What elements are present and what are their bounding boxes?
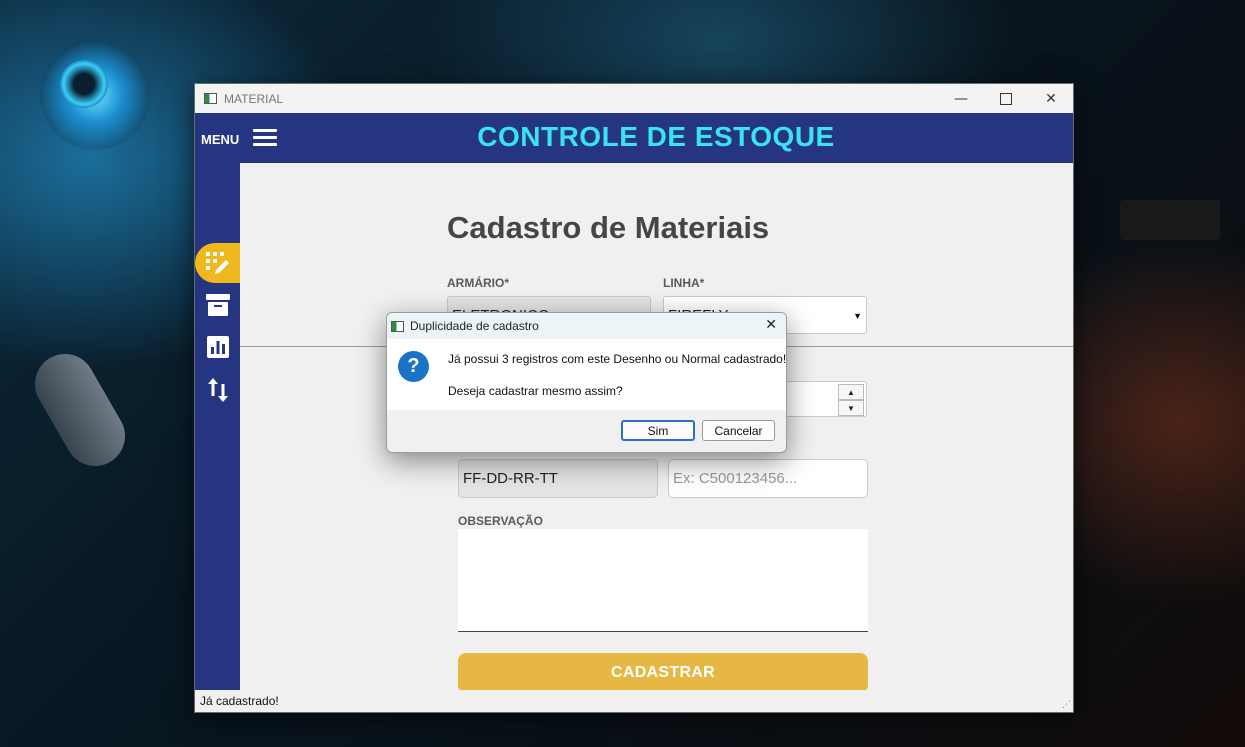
stepper-up-button[interactable]: ▲ — [838, 384, 864, 400]
normal-placeholder: Ex: C500123456... — [673, 470, 798, 487]
armario-label: ARMÁRIO* — [447, 276, 509, 290]
resize-grip-icon[interactable]: ⋰ — [1062, 700, 1071, 710]
cadastrar-button[interactable]: CADASTRAR — [458, 653, 868, 693]
maximize-button[interactable] — [983, 84, 1029, 113]
sidebar-item-transfer[interactable] — [195, 370, 240, 410]
desenho-field[interactable]: FF-DD-RR-TT — [458, 459, 658, 498]
sidebar — [195, 163, 240, 692]
cancelar-button[interactable]: Cancelar — [702, 420, 775, 441]
transfer-arrows-icon — [207, 378, 228, 402]
minimize-button[interactable]: — — [938, 84, 984, 113]
normal-field[interactable]: Ex: C500123456... — [668, 459, 868, 498]
app-title: CONTROLE DE ESTOQUE — [477, 121, 835, 152]
maximize-icon — [1000, 92, 1012, 105]
menu-label[interactable]: MENU — [201, 132, 239, 147]
dialog-titlebar[interactable]: Duplicidade de cadastro ✕ — [387, 313, 786, 339]
dialog-title: Duplicidade de cadastro — [410, 319, 539, 333]
chevron-down-icon: ▼ — [853, 311, 862, 321]
quantity-stepper[interactable]: ▲ ▼ — [779, 381, 867, 417]
dialog-message-line1: Já possui 3 registros com este Desenho o… — [448, 352, 787, 366]
sidebar-item-archive[interactable] — [195, 285, 240, 325]
desenho-value: FF-DD-RR-TT — [463, 470, 558, 487]
archive-box-icon — [205, 294, 230, 316]
dialog-close-button[interactable]: ✕ — [765, 317, 777, 333]
dialog-body: ? Já possui 3 registros com este Desenho… — [387, 339, 786, 410]
dialog-message-line2: Deseja cadastrar mesmo assim? — [448, 384, 623, 398]
question-icon: ? — [398, 351, 429, 382]
status-bar: Já cadastrado! ⋰ — [195, 690, 1073, 712]
sidebar-item-cadastro[interactable] — [195, 243, 240, 283]
stepper-down-button[interactable]: ▼ — [838, 400, 864, 416]
observacao-textarea[interactable] — [458, 529, 868, 632]
app-header: MENU CONTROLE DE ESTOQUE — [195, 113, 1073, 163]
observacao-label: OBSERVAÇÃO — [458, 514, 543, 528]
duplicate-dialog: Duplicidade de cadastro ✕ ? Já possui 3 … — [386, 312, 787, 453]
window-titlebar[interactable]: MATERIAL — ✕ — [195, 84, 1073, 113]
sidebar-item-reports[interactable] — [195, 327, 240, 367]
bar-chart-icon — [206, 336, 229, 358]
close-button[interactable]: ✕ — [1028, 84, 1073, 113]
linha-label: LINHA* — [663, 276, 705, 290]
page-title: Cadastro de Materiais — [447, 210, 770, 245]
edit-list-icon — [205, 252, 229, 274]
app-icon — [204, 93, 217, 104]
dialog-app-icon — [391, 320, 404, 332]
status-text: Já cadastrado! — [200, 694, 279, 708]
sim-button[interactable]: Sim — [621, 420, 695, 441]
window-title: MATERIAL — [224, 91, 284, 106]
